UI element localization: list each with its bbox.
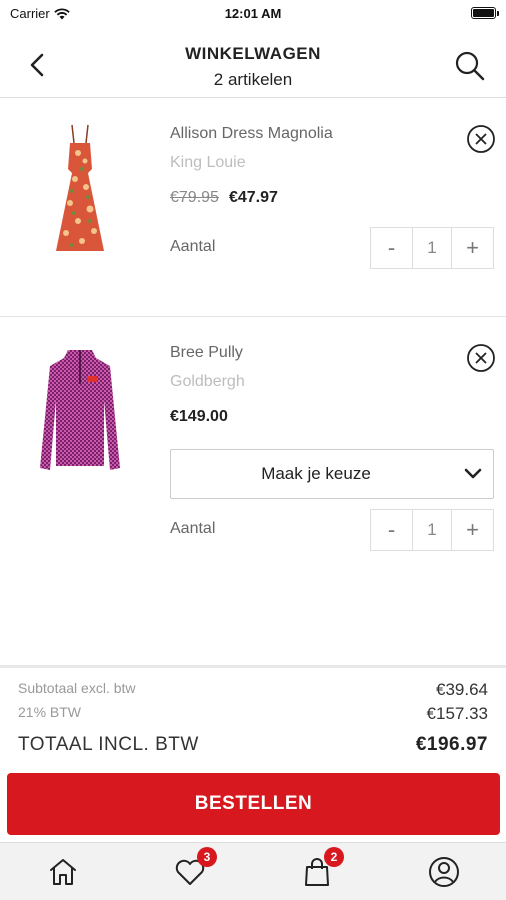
clock: 12:01 AM xyxy=(224,6,282,21)
vat-value: €157.33 xyxy=(426,704,488,723)
size-select-label: Maak je keuze xyxy=(261,464,371,483)
vat-row: 21% BTW €157.33 xyxy=(18,704,488,724)
vat-label: 21% BTW xyxy=(18,704,82,720)
page-title: WINKELWAGEN xyxy=(185,44,321,63)
quantity-label: Aantal xyxy=(170,238,216,255)
order-button[interactable]: BESTELLEN xyxy=(7,773,500,835)
decrement-button[interactable]: - xyxy=(371,228,412,268)
original-price: €79.95 xyxy=(170,189,219,206)
subtotal-label: Subtotaal excl. btw xyxy=(18,680,136,696)
increment-button[interactable]: + xyxy=(452,228,493,268)
product-name[interactable]: Allison Dress Magnolia xyxy=(170,125,333,143)
subtotal-value: €39.64 xyxy=(436,680,488,699)
close-circle-icon[interactable] xyxy=(466,343,496,373)
order-summary: Subtotaal excl. btw €39.64 21% BTW €157.… xyxy=(0,665,506,765)
tab-cart[interactable]: 2 xyxy=(300,847,344,889)
product-brand: King Louie xyxy=(170,154,246,171)
product-image-dress[interactable] xyxy=(30,121,130,261)
close-circle-icon[interactable] xyxy=(466,124,496,154)
home-icon[interactable] xyxy=(46,855,80,889)
total-row: TOTAAL INCL. BTW €196.97 xyxy=(18,734,488,756)
total-value: €196.97 xyxy=(415,734,488,755)
quantity-value[interactable]: 1 xyxy=(412,228,452,268)
battery-icon xyxy=(471,7,499,19)
tab-bar: 3 2 xyxy=(0,842,506,900)
sale-price: €47.97 xyxy=(228,189,278,206)
price-row: €149.00 xyxy=(170,408,228,426)
cart-item: Allison Dress Magnolia King Louie €79.95… xyxy=(0,99,506,317)
wishlist-count-badge: 3 xyxy=(197,847,217,867)
increment-button[interactable]: + xyxy=(452,510,493,550)
price-row: €79.95 €47.97 xyxy=(170,189,278,207)
tab-wishlist[interactable]: 3 xyxy=(173,847,217,889)
product-brand: Goldbergh xyxy=(170,373,245,390)
chevron-down-icon xyxy=(464,468,482,479)
account-icon[interactable] xyxy=(427,855,461,889)
quantity-value[interactable]: 1 xyxy=(412,510,452,550)
product-price: €149.00 xyxy=(170,408,228,425)
product-name[interactable]: Bree Pully xyxy=(170,344,243,362)
quantity-stepper: - 1 + xyxy=(370,509,494,551)
status-bar: Carrier 12:01 AM xyxy=(0,0,506,28)
cart-count-badge: 2 xyxy=(324,847,344,867)
decrement-button[interactable]: - xyxy=(371,510,412,550)
size-select[interactable]: Maak je keuze xyxy=(170,449,494,499)
quantity-label: Aantal xyxy=(170,520,216,537)
quantity-stepper: - 1 + xyxy=(370,227,494,269)
total-label: TOTAAL INCL. BTW xyxy=(18,734,199,755)
subtotal-row: Subtotaal excl. btw €39.64 xyxy=(18,680,488,700)
page-header: WINKELWAGEN 2 artikelen xyxy=(0,28,506,98)
item-count: 2 artikelen xyxy=(213,70,293,89)
product-image-pullover[interactable] xyxy=(30,340,130,480)
cart-item: Bree Pully Goldbergh €149.00 Maak je keu… xyxy=(0,318,506,588)
search-icon[interactable] xyxy=(454,50,486,82)
